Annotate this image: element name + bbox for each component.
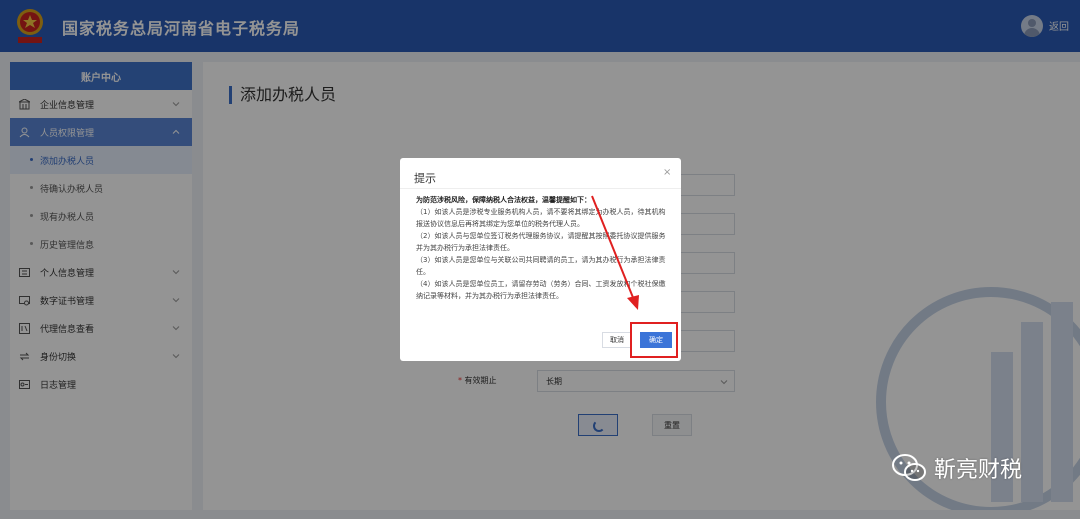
close-icon[interactable]: × [663,167,671,178]
dialog-paragraph: （3）如该人员是您单位与关联公司共同聘请的员工，请为其办税行为承担法律责任。 [416,256,666,276]
dialog-paragraph: （2）如该人员与您单位签订税务代理服务协议，请提醒其按照委托协议提供服务并为其办… [416,232,666,252]
dialog-divider [400,188,681,189]
dialog-paragraph: （1）如该人员是涉税专业服务机构人员，请不要将其绑定为办税人员，待其机构报送协议… [416,208,666,228]
dialog-body: 为防范涉税风险，保障纳税人合法权益，温馨提醒如下： （1）如该人员是涉税专业服务… [416,194,668,302]
annotation-highlight-box [630,322,678,358]
cancel-button[interactable]: 取消 [602,332,632,348]
dialog-paragraph: （4）如该人员是您单位员工，请留存劳动（劳务）合同、工资发放和个税社保缴纳记录等… [416,280,666,300]
wechat-watermark: 靳亮财税 [892,452,1022,484]
wechat-account-name: 靳亮财税 [934,458,1023,483]
wechat-icon [892,454,926,481]
dialog-lead-text: 为防范涉税风险，保障纳税人合法权益，温馨提醒如下： [416,196,591,204]
dialog-title: 提示 [414,172,436,185]
